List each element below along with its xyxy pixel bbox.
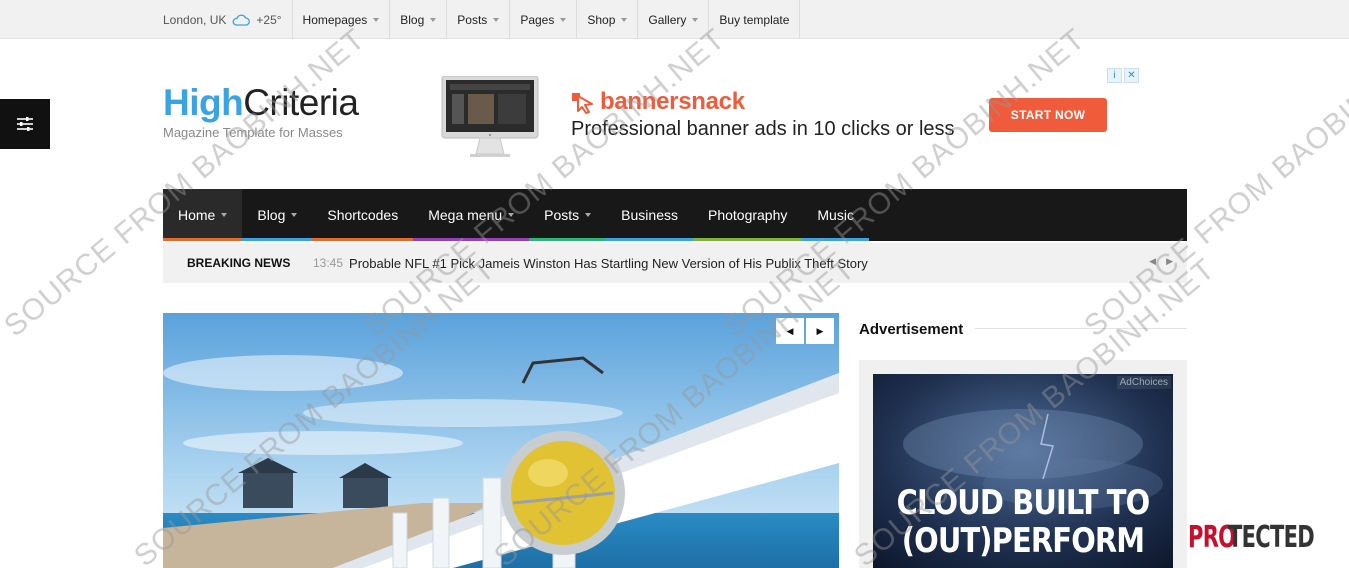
top-menu-label: Blog xyxy=(400,12,425,27)
caret-down-icon xyxy=(221,213,228,217)
caret-down-icon xyxy=(692,17,699,22)
top-menu-label: Posts xyxy=(457,12,488,27)
nav-item-color-bar xyxy=(242,238,313,241)
top-menu-label: Shop xyxy=(587,12,616,27)
protected-badge: PRO TECTED xyxy=(1188,520,1349,555)
nav-item-color-bar xyxy=(606,238,693,241)
nav-item-label: Mega menu xyxy=(428,207,503,223)
caret-down-icon xyxy=(373,17,380,22)
sidebar-ad-image[interactable]: AdChoices CLOUD BUILT TO (OUT)PERFORM xyxy=(873,374,1173,568)
weather-temperature: +25° xyxy=(256,12,282,27)
logo-part-criteria: Criteria xyxy=(243,82,359,123)
nav-item-label: Blog xyxy=(257,207,286,223)
top-menu-label: Homepages xyxy=(302,12,368,27)
nav-item-label: Home xyxy=(178,207,216,223)
top-bar: London, UK +25° Homepages Blog Posts Pag… xyxy=(0,0,1349,39)
ad-cta-button[interactable]: START NOW xyxy=(989,98,1107,132)
caret-down-icon xyxy=(508,213,515,217)
top-bar-inner: London, UK +25° Homepages Blog Posts Pag… xyxy=(163,0,801,39)
weather-widget: London, UK +25° xyxy=(163,0,293,39)
side-panel-toggle[interactable] xyxy=(0,99,50,149)
hero-slider-nav: ◀ ▶ xyxy=(776,318,834,344)
top-menu-shop[interactable]: Shop xyxy=(577,0,639,39)
top-menu-pages[interactable]: Pages xyxy=(510,0,578,39)
top-menu-posts[interactable]: Posts xyxy=(447,0,511,39)
caret-down-icon xyxy=(493,17,500,22)
breaking-news-headline[interactable]: Probable NFL #1 Pick Jameis Winston Has … xyxy=(349,256,868,271)
top-menu-label: Buy template xyxy=(719,12,790,27)
main-navigation: Home Blog Shortcodes Mega menu Posts Business… xyxy=(163,189,1187,241)
logo-part-high: High xyxy=(163,82,244,123)
caret-down-icon xyxy=(291,213,298,217)
top-menu-homepages[interactable]: Homepages xyxy=(293,0,391,39)
ad-brand: bannersnack xyxy=(570,88,745,116)
imac-image xyxy=(441,76,539,157)
logo-title: HighCriteria xyxy=(163,82,359,124)
chevron-left-icon[interactable]: ◀ xyxy=(776,318,804,344)
chevron-right-icon[interactable]: ▶ xyxy=(806,318,834,344)
nav-item-color-bar xyxy=(692,238,803,241)
sidebar-ad-line1: CLOUD BUILT TO xyxy=(896,483,1151,523)
nav-item-color-bar xyxy=(529,238,607,241)
watermark-text: SOURCE FROM BAOBINH.NET xyxy=(0,22,372,344)
sidebar-ad-text: CLOUD BUILT TO (OUT)PERFORM xyxy=(896,484,1151,560)
top-menu-label: Gallery xyxy=(648,12,687,27)
nav-item-label: Posts xyxy=(544,207,580,223)
breaking-news-arrows: ◀ ▶ xyxy=(1149,256,1173,267)
breaking-news-time: 13:45 xyxy=(313,256,344,270)
nav-item-label: Business xyxy=(621,207,678,223)
protected-badge-part2: TECTED xyxy=(1227,520,1315,555)
caret-down-icon xyxy=(560,17,567,22)
sidebar-title-divider xyxy=(975,328,1187,329)
nav-item-label: Shortcodes xyxy=(327,207,399,223)
site-logo[interactable]: HighCriteria Magazine Template for Masse… xyxy=(163,82,359,140)
top-menu-blog[interactable]: Blog xyxy=(390,0,448,39)
hero-slider-image[interactable] xyxy=(163,313,839,568)
chevron-left-icon[interactable]: ◀ xyxy=(1149,256,1156,267)
nav-item-color-bar xyxy=(802,238,869,241)
caret-down-icon xyxy=(585,213,592,217)
nav-item-business[interactable]: Business xyxy=(606,189,693,241)
nav-item-shortcodes[interactable]: Shortcodes xyxy=(312,189,414,241)
nav-item-color-bar xyxy=(312,238,414,241)
top-menu-buy-template[interactable]: Buy template xyxy=(709,0,801,39)
nav-item-music[interactable]: Music xyxy=(802,189,869,241)
sidebar-ad-line2: (OUT)PERFORM xyxy=(901,521,1145,561)
top-menu-label: Pages xyxy=(520,12,555,27)
nav-item-color-bar xyxy=(413,238,530,241)
sliders-icon xyxy=(17,117,33,131)
adchoices-label[interactable]: AdChoices xyxy=(1116,376,1171,389)
cloud-icon xyxy=(232,14,251,26)
top-menu-gallery[interactable]: Gallery xyxy=(638,0,710,39)
nav-item-home[interactable]: Home xyxy=(163,189,243,241)
nav-item-color-bar xyxy=(163,238,243,241)
close-icon[interactable]: ✕ xyxy=(1124,68,1139,83)
chevron-right-icon[interactable]: ▶ xyxy=(1166,256,1173,267)
logo-tagline: Magazine Template for Masses xyxy=(163,125,343,140)
sidebar-widget-title: Advertisement xyxy=(859,321,964,338)
ad-brand-name: bannersnack xyxy=(600,88,745,115)
nav-item-label: Music xyxy=(817,207,854,223)
sidebar-ad[interactable]: AdChoices CLOUD BUILT TO (OUT)PERFORM xyxy=(859,360,1187,568)
caret-down-icon xyxy=(621,17,628,22)
nav-item-photography[interactable]: Photography xyxy=(692,189,803,241)
pier-photo xyxy=(163,313,839,568)
nav-item-mega-menu[interactable]: Mega menu xyxy=(413,189,530,241)
weather-location: London, UK xyxy=(163,12,227,27)
bannersnack-logo-icon xyxy=(572,93,593,114)
header-banner-ad[interactable]: bannersnack Professional banner ads in 1… xyxy=(440,68,1140,163)
ad-headline: Professional banner ads in 10 clicks or … xyxy=(571,118,955,140)
info-icon[interactable]: i xyxy=(1107,68,1122,83)
nav-item-posts[interactable]: Posts xyxy=(529,189,607,241)
nav-item-blog[interactable]: Blog xyxy=(242,189,313,241)
caret-down-icon xyxy=(430,17,437,22)
breaking-news-bar: BREAKING NEWS 13:45 Probable NFL #1 Pick… xyxy=(163,243,1187,283)
nav-item-label: Photography xyxy=(707,207,788,223)
breaking-news-label: BREAKING NEWS xyxy=(187,256,291,270)
ad-choices[interactable]: i ✕ xyxy=(1107,68,1139,83)
